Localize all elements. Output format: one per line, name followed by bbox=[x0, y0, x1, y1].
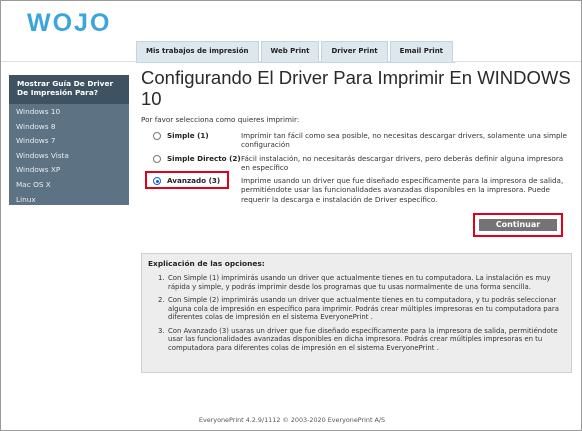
option-simple-direct-label[interactable]: Simple Directo (2) bbox=[167, 154, 241, 163]
explanation-item-text: Con Avanzado (3) usaras un driver que fu… bbox=[168, 326, 558, 352]
options-explanation-panel: Explicación de las opciones: 1. Con Simpl… bbox=[141, 253, 572, 373]
continue-highlight-box: Continuar bbox=[473, 213, 563, 237]
radio-simple[interactable] bbox=[153, 132, 161, 140]
option-simple-description: Imprimir tan fácil como sea posible, no … bbox=[241, 131, 567, 150]
explanation-title: Explicación de las opciones: bbox=[148, 259, 265, 268]
sidebar-item-windows-7[interactable]: Windows 7 bbox=[9, 134, 129, 149]
logo-text: WOJO bbox=[27, 9, 111, 35]
explanation-list: 1. Con Simple (1) imprimirás usando un dr… bbox=[148, 274, 565, 353]
tab-email-print[interactable]: Email Print bbox=[389, 41, 454, 62]
sidebar-header[interactable]: Mostrar Guía De Driver De Impresión Para… bbox=[9, 75, 129, 104]
page-title: Configurando El Driver Para Imprimir En … bbox=[141, 67, 571, 109]
wojo-logo: WOJO bbox=[27, 9, 111, 35]
explanation-item: 3. Con Avanzado (3) usaras un driver que … bbox=[158, 327, 565, 353]
option-simple-label[interactable]: Simple (1) bbox=[167, 131, 209, 140]
tab-web-print[interactable]: Web Print bbox=[260, 41, 320, 62]
radio-simple-direct[interactable] bbox=[153, 155, 161, 163]
option-advanced-description: Imprime usando un driver que fue diseñad… bbox=[241, 176, 564, 204]
explanation-item: 1. Con Simple (1) imprimirás usando un dr… bbox=[158, 274, 565, 291]
advanced-highlight-box bbox=[145, 171, 229, 189]
footer-copyright: EveryonePrint 4.2.9/1112 © 2003-2020 Eve… bbox=[198, 416, 386, 424]
print-prompt: Por favor selecciona como quieres imprim… bbox=[141, 115, 300, 124]
sidebar-item-linux[interactable]: Linux bbox=[9, 193, 129, 208]
explanation-item-text: Con Simple (2) imprimirás usando un driv… bbox=[168, 295, 559, 322]
tab-driver-print[interactable]: Driver Print bbox=[321, 41, 388, 62]
tab-my-print-jobs[interactable]: Mis trabajos de impresión bbox=[136, 41, 259, 62]
sidebar-item-windows-10[interactable]: Windows 10 bbox=[9, 105, 129, 120]
sidebar-item-windows-vista[interactable]: Windows Vista bbox=[9, 149, 129, 164]
sidebar-list: Windows 10 Windows 8 Windows 7 Windows V… bbox=[9, 104, 129, 207]
explanation-item-number: 3. bbox=[158, 326, 165, 335]
explanation-item: 2. Con Simple (2) imprimirás usando un dr… bbox=[158, 296, 565, 322]
sidebar: Mostrar Guía De Driver De Impresión Para… bbox=[9, 75, 129, 205]
nav-tabs: Mis trabajos de impresión Web Print Driv… bbox=[136, 41, 456, 63]
sidebar-item-mac-os-x[interactable]: Mac OS X bbox=[9, 178, 129, 193]
explanation-item-text: Con Simple (1) imprimirás usando un driv… bbox=[168, 274, 551, 291]
explanation-item-number: 1. bbox=[158, 274, 165, 282]
sidebar-item-windows-xp[interactable]: Windows XP bbox=[9, 163, 129, 178]
option-simple-direct-description: Fácil instalación, no necesitarás descar… bbox=[241, 154, 564, 173]
page-frame: WOJO Mis trabajos de impresión Web Print… bbox=[0, 0, 582, 431]
explanation-item-number: 2. bbox=[158, 295, 165, 304]
sidebar-item-windows-8[interactable]: Windows 8 bbox=[9, 120, 129, 135]
continue-button[interactable]: Continuar bbox=[479, 219, 557, 231]
